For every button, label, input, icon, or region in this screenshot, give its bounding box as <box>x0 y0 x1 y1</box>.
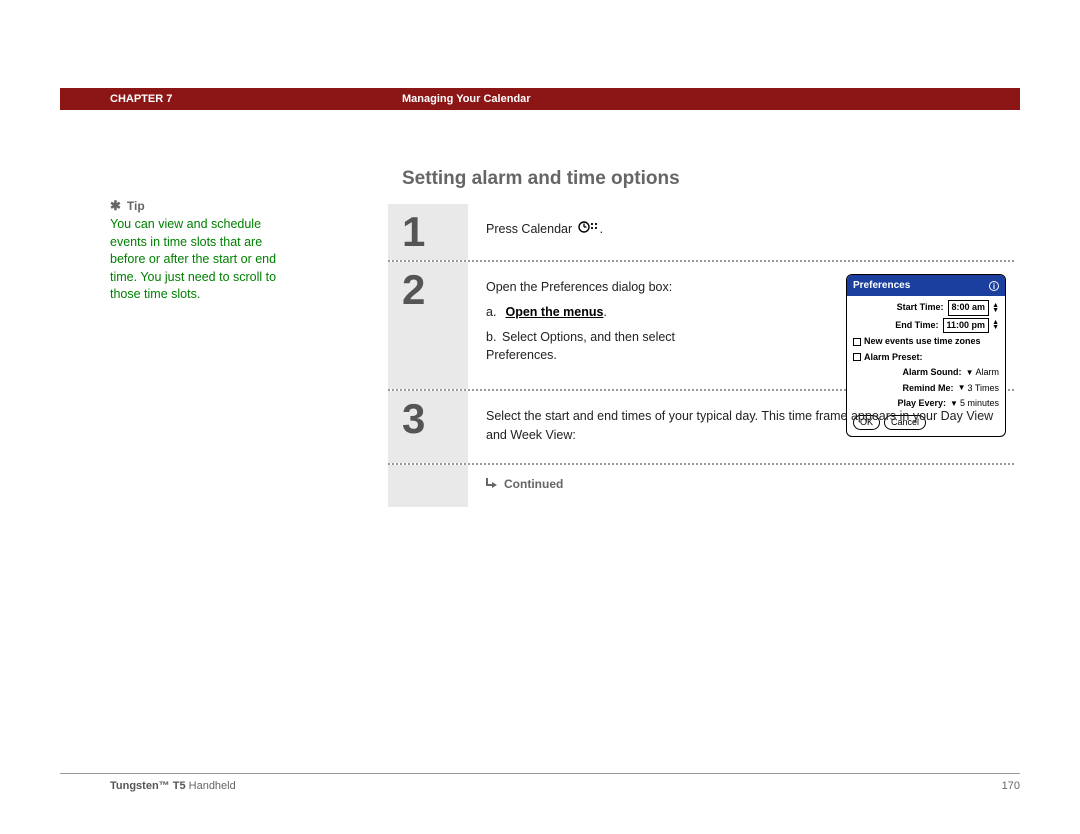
section-title: Setting alarm and time options <box>402 168 680 190</box>
substep-letter: a. <box>486 303 502 322</box>
step-body: Open the Preferences dialog box: a. Open… <box>468 262 1014 389</box>
tip-block: ✱ Tip You can view and schedule events in… <box>110 198 295 304</box>
step-number: 2 <box>388 262 468 389</box>
open-menus-link[interactable]: Open the menus <box>505 305 603 319</box>
product-bold: Tungsten™ T5 <box>110 780 186 792</box>
alarm-sound-label: Alarm Sound: <box>861 366 966 380</box>
substep-tail: . <box>603 305 606 319</box>
substep-letter: b. <box>486 328 502 347</box>
info-icon[interactable]: i <box>989 281 999 291</box>
chapter-title: Managing Your Calendar <box>402 93 531 105</box>
arrow-down-right-icon <box>486 475 498 493</box>
timezone-label: New events use time zones <box>864 335 981 349</box>
end-time-label: End Time: <box>853 319 943 333</box>
page-number: 170 <box>1002 780 1020 792</box>
tip-heading: ✱ Tip <box>110 198 295 214</box>
spinner-icon[interactable]: ▲▼ <box>992 320 999 330</box>
step-intro: Open the Preferences dialog box: <box>486 278 746 297</box>
substep: b.Select Options, and then select Prefer… <box>486 328 746 366</box>
chapter-label: CHAPTER 7 <box>60 93 172 105</box>
substep: a. Open the menus. <box>486 303 746 322</box>
calendar-icon <box>578 220 598 240</box>
product-name: Tungsten™ T5 Handheld <box>60 780 236 792</box>
step-number: 3 <box>388 391 468 463</box>
end-time-field[interactable]: 11:00 pm <box>943 318 990 334</box>
timezone-checkbox[interactable] <box>853 338 861 346</box>
step-text-pre: Press Calendar <box>486 222 576 236</box>
start-time-field[interactable]: 8:00 am <box>948 300 990 316</box>
chevron-down-icon: ▼ <box>966 367 974 379</box>
preferences-titlebar: Preferences i <box>847 275 1005 296</box>
steps-table: 1 Press Calendar . 2 <box>388 204 1014 507</box>
step-body: Press Calendar . <box>468 204 1014 260</box>
continued-row: Continued <box>388 463 1014 507</box>
step-row: 3 Select the start and end times of your… <box>388 389 1014 463</box>
step-row: 2 Open the Preferences dialog box: a. Op… <box>388 260 1014 389</box>
preferences-title: Preferences <box>853 278 910 293</box>
step-number-empty <box>388 465 468 507</box>
asterisk-icon: ✱ <box>110 198 121 213</box>
chapter-header: CHAPTER 7 Managing Your Calendar <box>60 88 1020 110</box>
continued-label: Continued <box>504 475 563 493</box>
tip-body: You can view and schedule events in time… <box>110 216 295 304</box>
alarm-preset-label: Alarm Preset: <box>864 351 923 365</box>
page-footer: Tungsten™ T5 Handheld 170 <box>60 773 1020 792</box>
alarm-preset-checkbox[interactable] <box>853 353 861 361</box>
substep-text: Select Options, and then select Preferen… <box>486 330 675 363</box>
step-body: Select the start and end times of your t… <box>468 391 1014 463</box>
start-time-label: Start Time: <box>853 301 948 315</box>
continued-body: Continued <box>468 465 1014 507</box>
tip-label: Tip <box>127 199 145 213</box>
spinner-icon[interactable]: ▲▼ <box>992 303 999 313</box>
alarm-sound-value: Alarm <box>975 366 999 380</box>
step-text-post: . <box>600 222 603 236</box>
step-text: Select the start and end times of your t… <box>486 409 993 442</box>
product-rest: Handheld <box>186 780 236 792</box>
step-number: 1 <box>388 204 468 260</box>
alarm-sound-dropdown[interactable]: ▼Alarm <box>966 366 999 380</box>
step-row: 1 Press Calendar . <box>388 204 1014 260</box>
